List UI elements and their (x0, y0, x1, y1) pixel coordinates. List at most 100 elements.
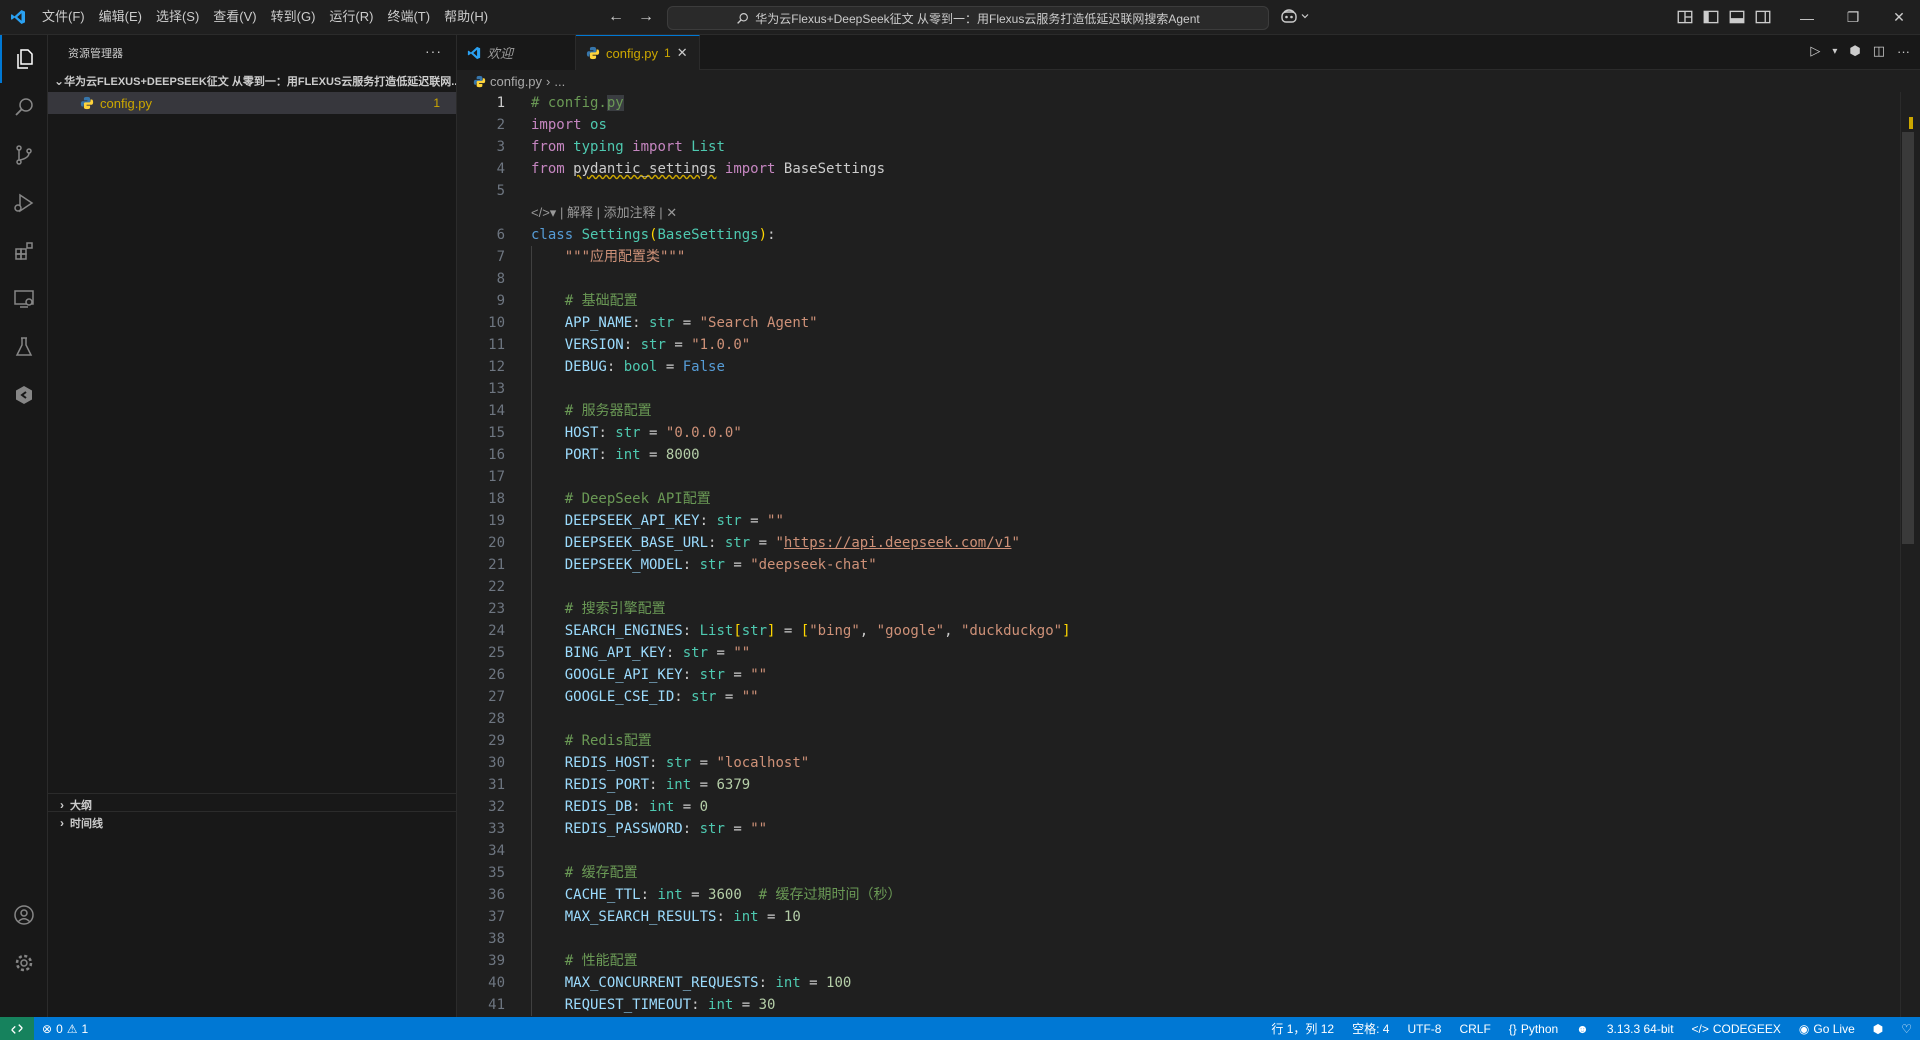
toggle-panel-icon[interactable] (1728, 8, 1746, 26)
python-interpreter[interactable]: 3.13.3 64-bit (1607, 1022, 1674, 1036)
code-line: 7 """应用配置类""" (457, 246, 1907, 268)
code-line: 35 # 缓存配置 (457, 862, 1907, 884)
toggle-secondary-sidebar-icon[interactable] (1754, 8, 1772, 26)
menu-file[interactable]: 文件(F) (35, 4, 92, 30)
menu-run[interactable]: 运行(R) (322, 4, 380, 30)
command-center-search[interactable]: 华为云Flexus+DeepSeek征文 从零到一：用Flexus云服务打造低延… (667, 6, 1269, 30)
codegeex-status[interactable]: </> CODEGEEX (1692, 1022, 1781, 1036)
command-center-text: 华为云Flexus+DeepSeek征文 从零到一：用Flexus云服务打造低延… (755, 11, 1200, 26)
indentation[interactable]: 空格: 4 (1352, 1020, 1389, 1037)
scroll-thumb[interactable] (1902, 132, 1914, 544)
editor-scrollbar[interactable] (1900, 92, 1914, 1017)
split-editor-icon[interactable]: ◫ (1873, 43, 1885, 59)
code-line: 32 REDIS_DB: int = 0 (457, 796, 1907, 818)
code-line: 25 BING_API_KEY: str = "" (457, 642, 1907, 664)
code-line: 11 VERSION: str = "1.0.0" (457, 334, 1907, 356)
vscode-logo-icon (0, 0, 35, 35)
code-line: 2 import os (496, 117, 607, 133)
explorer-sidebar: 资源管理器 ··· ⌄ 华为云FLEXUS+DEEPSEEK征文 从零到一：用F… (48, 35, 457, 1017)
extensions-icon[interactable] (0, 227, 48, 275)
code-line: 19 DEEPSEEK_API_KEY: str = "" (457, 510, 1907, 532)
chevron-down-icon[interactable]: ▾ (1832, 46, 1837, 57)
activity-bar (0, 35, 48, 1017)
tab-bar: 欢迎 config.py 1 ✕ ▷ ▾ ⬢ ◫ ··· (457, 35, 1920, 70)
customize-layout-icon[interactable] (1676, 8, 1694, 26)
codelens-explain[interactable]: 解释 (567, 205, 593, 220)
codegeex-status-icon[interactable]: ⬢ (1873, 1022, 1883, 1036)
menu-bar: 文件(F) 编辑(E) 选择(S) 查看(V) 转到(G) 运行(R) 终端(T… (35, 0, 495, 35)
codegeex-icon[interactable] (0, 371, 48, 419)
code-line: 29 # Redis配置 (457, 730, 1907, 752)
problems-indicator[interactable]: ⊗ 0 ⚠ 1 (42, 1022, 88, 1036)
breadcrumb-more[interactable]: ... (554, 74, 565, 89)
settings-gear-icon[interactable] (0, 939, 48, 987)
tab-welcome[interactable]: 欢迎 (457, 35, 576, 70)
copilot-button[interactable] (1280, 8, 1310, 24)
code-line: 3 from typing import List (496, 139, 725, 155)
broadcast-icon: ◉ (1798, 1021, 1810, 1036)
menu-terminal[interactable]: 终端(T) (380, 4, 437, 30)
close-window-icon[interactable]: ✕ (1876, 0, 1920, 35)
code-line: 39 # 性能配置 (457, 950, 1907, 972)
menu-edit[interactable]: 编辑(E) (92, 4, 149, 30)
code-line: 26 GOOGLE_API_KEY: str = "" (457, 664, 1907, 686)
explorer-icon[interactable] (0, 35, 48, 83)
restore-icon[interactable]: ❐ (1830, 0, 1876, 35)
copilot-icon (1281, 9, 1297, 23)
navigation-arrows: ← → (606, 7, 656, 27)
forward-arrow-icon[interactable]: → (636, 7, 656, 27)
breadcrumb-file[interactable]: config.py (490, 74, 542, 89)
toggle-primary-sidebar-icon[interactable] (1702, 8, 1720, 26)
notifications-bell-icon[interactable]: ♡ (1901, 1022, 1912, 1036)
file-item-config-py[interactable]: config.py 1 (48, 92, 456, 114)
more-actions-icon[interactable]: ··· (425, 43, 442, 59)
menu-go[interactable]: 转到(G) (264, 4, 323, 30)
chevron-right-icon: › (546, 73, 551, 89)
workspace-folder[interactable]: ⌄ 华为云FLEXUS+DEEPSEEK征文 从零到一：用FLEXUS云服务打造… (48, 70, 456, 92)
code-editor[interactable]: 1 # config.py 2 import os 3 from typing imp… (457, 92, 1907, 1017)
remote-explorer-icon[interactable] (0, 275, 48, 323)
code-line: 41 REQUEST_TIMEOUT: int = 30 (457, 994, 1907, 1016)
back-arrow-icon[interactable]: ← (606, 7, 626, 27)
cursor-position[interactable]: 行 1，列 12 (1271, 1020, 1334, 1037)
run-debug-icon[interactable] (0, 179, 48, 227)
menu-view[interactable]: 查看(V) (206, 4, 263, 30)
encoding[interactable]: UTF-8 (1407, 1022, 1441, 1036)
layout-controls (1676, 8, 1772, 26)
code-icon: </> (1691, 1021, 1709, 1036)
code-line: 15 HOST: str = "0.0.0.0" (457, 422, 1907, 444)
codelens-code-icon[interactable]: </>▾ (531, 205, 556, 220)
codegeex-action-icon[interactable]: ⬢ (1849, 43, 1860, 59)
run-python-file-icon[interactable]: ▷ (1810, 43, 1820, 59)
tab-config-py[interactable]: config.py 1 ✕ (576, 35, 700, 70)
timeline-section[interactable]: › 时间线 (48, 811, 457, 833)
copilot-status-icon[interactable]: ☻ (1576, 1022, 1589, 1036)
source-control-icon[interactable] (0, 131, 48, 179)
end-of-line[interactable]: CRLF (1459, 1022, 1490, 1036)
menu-help[interactable]: 帮助(H) (437, 4, 495, 30)
account-icon[interactable] (0, 891, 48, 939)
code-line: 30 REDIS_HOST: str = "localhost" (457, 752, 1907, 774)
more-actions-icon[interactable]: ··· (1897, 44, 1910, 59)
code-line: 16 PORT: int = 8000 (457, 444, 1907, 466)
menu-selection[interactable]: 选择(S) (149, 4, 206, 30)
chevron-down-icon (1301, 14, 1309, 19)
timeline-label: 时间线 (70, 817, 103, 830)
remote-indicator[interactable] (0, 1017, 34, 1040)
chevron-down-icon: ⌄ (54, 74, 65, 88)
editor-actions: ▷ ▾ ⬢ ◫ ··· (1810, 43, 1910, 59)
minimize-icon[interactable]: — (1784, 0, 1830, 35)
code-line: 1 # config.py (496, 95, 624, 111)
testing-icon[interactable] (0, 323, 48, 371)
tab-problem-badge: 1 (664, 46, 671, 60)
error-icon: ⊗ (42, 1021, 53, 1036)
language-mode[interactable]: {} Python (1509, 1022, 1558, 1036)
tab-label: 欢迎 (487, 46, 514, 61)
codelens-comment[interactable]: 添加注释 (604, 205, 656, 220)
close-tab-icon[interactable]: ✕ (677, 45, 688, 61)
breadcrumb: config.py › ... (457, 70, 1920, 92)
search-icon[interactable] (0, 83, 48, 131)
close-icon[interactable]: ✕ (666, 205, 677, 220)
go-live-button[interactable]: ◉ Go Live (1799, 1022, 1855, 1036)
warning-marker (1909, 117, 1913, 129)
